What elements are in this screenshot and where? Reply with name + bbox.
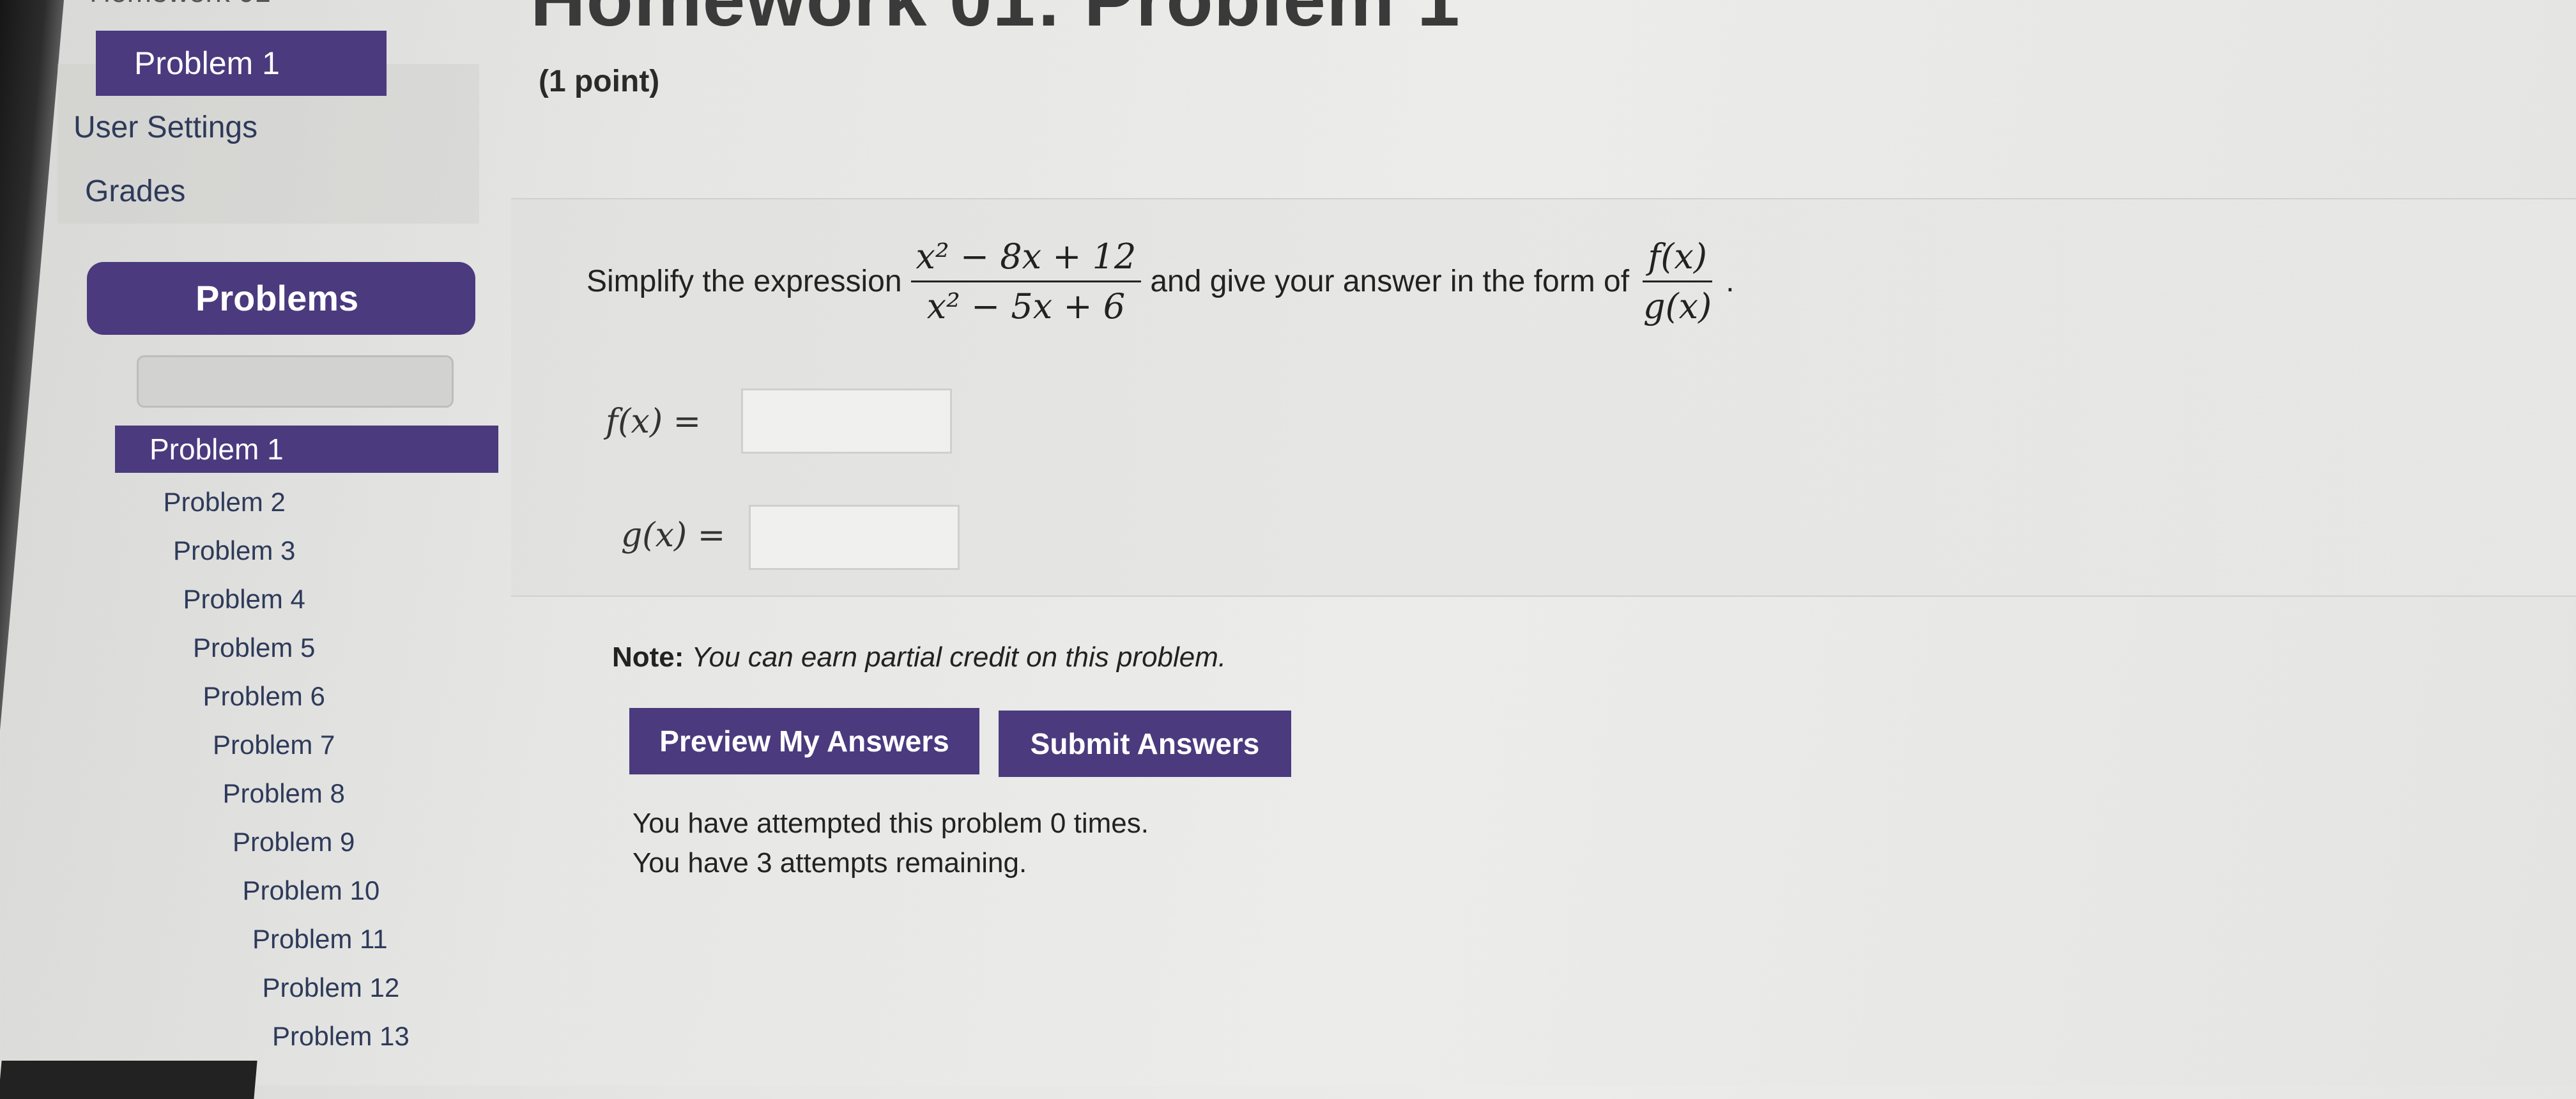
problem-list-item[interactable]: Problem 8 <box>223 778 345 809</box>
problem-list-item[interactable]: Problem 13 <box>272 1021 410 1052</box>
monitor-bezel-bottom <box>0 1061 257 1099</box>
partial-credit-note: Note: You can earn partial credit on thi… <box>612 642 1226 673</box>
monitor-bezel <box>0 0 64 1086</box>
answer-form-fraction: f(x) g(x) <box>1638 236 1717 327</box>
problem-list-item[interactable]: Problem 5 <box>193 633 315 663</box>
preview-answers-button[interactable]: Preview My Answers <box>629 708 979 774</box>
attempts-info: You have attempted this problem 0 times.… <box>632 804 1149 883</box>
g-answer-input[interactable] <box>749 505 960 570</box>
g-label: g(x) = <box>621 516 726 555</box>
problem-list-item[interactable]: Problem 11 <box>252 924 388 955</box>
f-answer-input[interactable] <box>741 388 952 454</box>
problem-list-item[interactable]: Problem 7 <box>213 730 335 760</box>
problem-list-item[interactable]: Problem 2 <box>164 487 286 518</box>
problem-points: (1 point) <box>539 65 660 98</box>
problems-panel-header: Problems <box>87 262 475 335</box>
problem-list-item[interactable]: Problem 4 <box>183 584 305 615</box>
problem-list-item[interactable]: Problem 10 <box>243 875 380 906</box>
nav-user-settings[interactable]: User Settings <box>73 110 257 145</box>
nav-current-problem[interactable]: Problem 1 <box>96 31 387 96</box>
problem-list-item[interactable]: Problem 3 <box>173 535 295 566</box>
form-numerator: f(x) <box>1643 236 1712 282</box>
problem-list-item[interactable]: Problem 6 <box>203 681 325 712</box>
problem-list-item[interactable]: Problem 12 <box>263 972 400 1003</box>
problem-list-item[interactable]: Problem 9 <box>233 827 355 857</box>
note-label: Note: <box>612 642 684 673</box>
note-text: You can earn partial credit on this prob… <box>691 642 1227 673</box>
nav-grades[interactable]: Grades <box>85 174 185 209</box>
problem-statement: Simplify the expression x² − 8x + 12 x² … <box>586 236 1735 327</box>
attempts-remaining: You have 3 attempts remaining. <box>632 847 1027 879</box>
expression-denominator: x² − 5x + 6 <box>926 286 1126 327</box>
expression-fraction: x² − 8x + 12 x² − 5x + 6 <box>910 236 1142 327</box>
expression-numerator: x² − 8x + 12 <box>910 236 1142 282</box>
question-prefix: Simplify the expression <box>586 265 902 298</box>
top-cut-text: Homework 01 <box>89 0 271 9</box>
f-label: f(x) = <box>606 403 702 441</box>
problem-list-item[interactable]: Problem 1 <box>115 426 498 473</box>
question-middle: and give your answer in the form of <box>1150 265 1630 298</box>
question-suffix: . <box>1726 265 1735 298</box>
problem-set-selector[interactable] <box>137 355 454 408</box>
attempts-count: You have attempted this problem 0 times. <box>632 808 1149 839</box>
page-title: Homework 01: Problem 1 <box>530 0 1460 43</box>
submit-answers-button[interactable]: Submit Answers <box>999 711 1291 777</box>
form-denominator: g(x) <box>1643 286 1712 327</box>
